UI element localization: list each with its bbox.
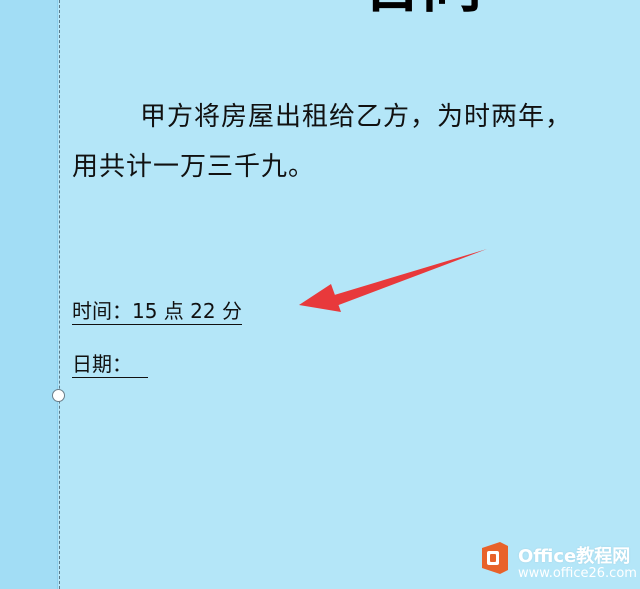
margin-guide-line — [59, 0, 60, 589]
arrow-shaft — [331, 249, 487, 306]
annotation-arrow — [299, 249, 487, 312]
paragraph-line-1[interactable]: 甲方将房屋出租给乙方，为时两年， — [140, 96, 572, 133]
date-field[interactable]: 日期： — [72, 352, 148, 378]
office-logo-icon — [482, 542, 508, 574]
watermark: Office教程网 www.office26.com — [478, 540, 640, 589]
document-title-fragment: 合同 — [362, 0, 482, 12]
resize-handle[interactable] — [52, 389, 65, 402]
watermark-url: www.office26.com — [518, 566, 637, 581]
left-page-margin — [0, 0, 58, 589]
watermark-brand: Office教程网 — [518, 546, 631, 567]
paragraph-line-2[interactable]: 用共计一万三千九。 — [72, 146, 315, 183]
arrow-head — [299, 284, 341, 312]
time-field[interactable]: 时间：15 点 22 分 — [72, 299, 242, 325]
